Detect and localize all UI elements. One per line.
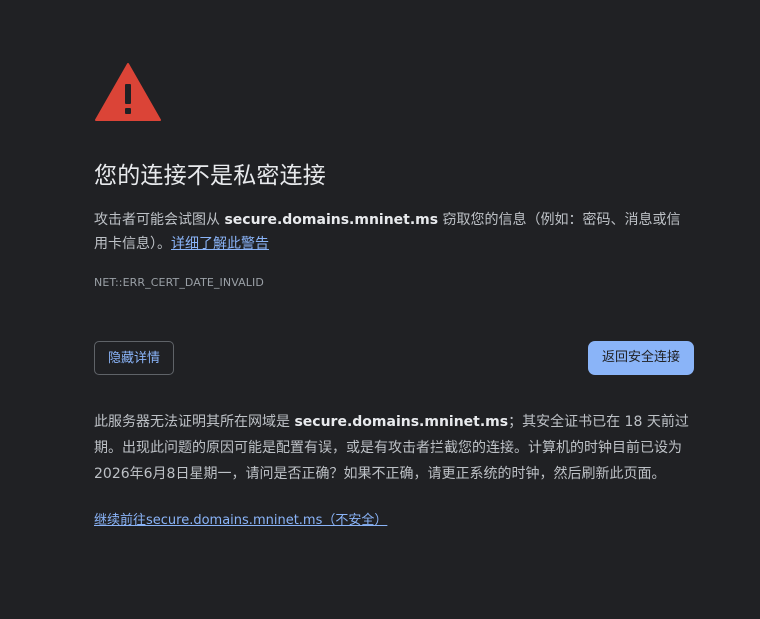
interstitial-content: 您的连接不是私密连接 攻击者可能会试图从 secure.domains.mnin…: [94, 62, 694, 528]
learn-more-link[interactable]: 详细了解此警告: [171, 236, 269, 252]
main-description: 攻击者可能会试图从 secure.domains.mninet.ms 窃取您的信…: [94, 208, 694, 256]
warning-triangle-icon: [95, 63, 161, 121]
hide-details-button[interactable]: 隐藏详情: [94, 341, 175, 375]
button-row: 隐藏详情 返回安全连接: [94, 341, 694, 377]
details-text: 此服务器无法证明其所在网域是 secure.domains.mninet.ms；…: [94, 409, 694, 487]
page-title: 您的连接不是私密连接: [94, 163, 326, 189]
details-domain: secure.domains.mninet.ms: [294, 414, 509, 430]
back-to-safety-button[interactable]: 返回安全连接: [587, 341, 694, 375]
description-domain: secure.domains.mninet.ms: [224, 212, 439, 228]
proceed-container: 继续前往secure.domains.mninet.ms（不安全）: [94, 509, 694, 528]
description-text-before: 攻击者可能会试图从: [94, 212, 225, 228]
proceed-unsafe-link[interactable]: 继续前往secure.domains.mninet.ms（不安全）: [94, 513, 387, 528]
details-text-before: 此服务器无法证明其所在网域是: [94, 414, 295, 430]
error-code: NET::ERR_CERT_DATE_INVALID: [94, 276, 264, 289]
